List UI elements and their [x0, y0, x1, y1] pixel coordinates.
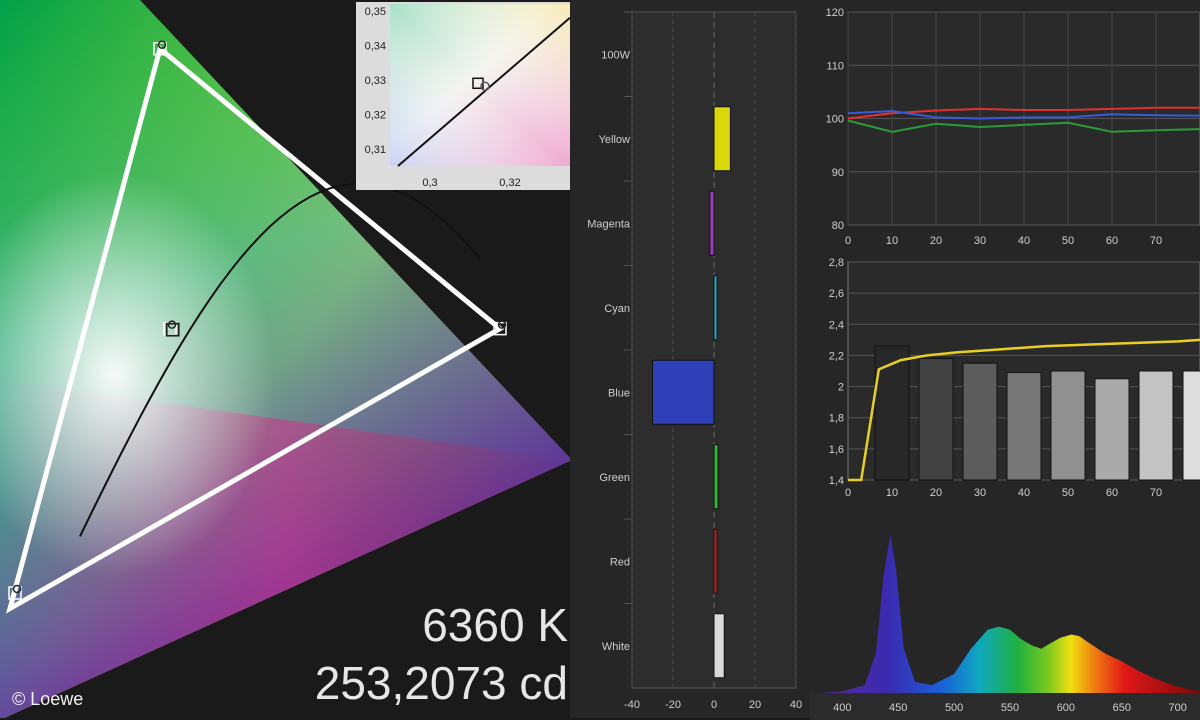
gamma-y-tick-label: 1,4 [829, 475, 844, 487]
deviation-x-tick-label: -20 [665, 699, 681, 711]
rgb-balance-chart: 120 110 100 90 80 0 10 20 30 40 50 60 70 [810, 0, 1200, 250]
rgb-y-tick-label: 80 [832, 220, 844, 232]
gamma-x-tick-label: 70 [1150, 487, 1162, 499]
gamma-bar [918, 358, 954, 481]
gamma-bar [1182, 370, 1200, 481]
gamma-y-tick-label: 1,8 [829, 413, 844, 425]
gamma-y-tick-label: 1,6 [829, 444, 844, 456]
spectrum-x-tick-label: 650 [1113, 702, 1131, 714]
spectrum-x-tick-label: 400 [833, 702, 851, 714]
spectrum-chart: 400 450 500 550 600 650 700 [810, 505, 1200, 720]
luminance-readout: 253,2073 cd [314, 657, 568, 709]
gamma-bar [874, 345, 910, 481]
white-point-zoom-svg: 0,35 0,34 0,33 0,32 0,31 0,3 0,32 [365, 4, 571, 189]
gamma-bar [962, 362, 998, 481]
gamma-y-tick-label: 2 [838, 382, 844, 394]
deviation-x-tick-label: -40 [624, 699, 640, 711]
gamma-bar [1006, 372, 1042, 481]
gamma-x-tick-label: 30 [974, 487, 986, 499]
color-temperature-readout: 6360 K [422, 599, 568, 651]
rgb-x-tick-label: 60 [1106, 235, 1118, 247]
image-credit: © Loewe [12, 689, 84, 709]
deviation-category-label: 100W [601, 49, 630, 61]
gamma-bar [1138, 370, 1174, 481]
zoom-y-tick-label: 0,34 [365, 40, 386, 52]
gamma-x-tick-label: 40 [1018, 487, 1030, 499]
gamma-y-tick-label: 2,2 [829, 350, 844, 362]
deviation-category-label: Red [610, 556, 630, 568]
spectrum-x-tick-label: 450 [889, 702, 907, 714]
gamma-chart: 2,8 2,6 2,4 2,2 2 1,8 1,6 1,4 0 10 20 30 40 50 60 70 [810, 250, 1200, 505]
deviation-category-label: Cyan [604, 303, 630, 315]
spectrum-x-tick-label: 700 [1168, 702, 1186, 714]
rgb-x-tick-label: 40 [1018, 235, 1030, 247]
deviation-category-label: Green [599, 472, 630, 484]
rgb-x-tick-label: 0 [845, 235, 851, 247]
gamma-x-tick-label: 50 [1062, 487, 1074, 499]
gamma-x-tick-label: 60 [1106, 487, 1118, 499]
rgb-x-tick-label: 20 [930, 235, 942, 247]
deviation-bar-yellow [713, 106, 731, 172]
color-deviation-chart: -40 -20 0 20 40 100W Yellow Magenta Cyan Blue Gree… [570, 0, 810, 718]
deviation-bar-cyan [713, 275, 718, 341]
spectrum-area [820, 535, 1200, 693]
deviation-category-label: Yellow [599, 134, 630, 146]
spectrum-svg: 400 450 500 550 600 650 700 [810, 535, 1200, 720]
gamma-bar [1094, 378, 1130, 481]
deviation-category-label: Blue [608, 387, 630, 399]
rgb-x-tick-label: 30 [974, 235, 986, 247]
gamma-x-tick-label: 20 [930, 487, 942, 499]
zoom-plot-tint [390, 4, 570, 166]
spectrum-x-tick-label: 600 [1057, 702, 1075, 714]
rgb-x-tick-label: 50 [1062, 235, 1074, 247]
deviation-bar-red [713, 528, 718, 594]
white-point-zoom-chart: 0,35 0,34 0,33 0,32 0,31 0,3 0,32 [356, 2, 572, 190]
deviation-category-label: White [602, 641, 630, 653]
rgb-y-tick-label: 90 [832, 167, 844, 179]
spectrum-x-tick-label: 550 [1001, 702, 1019, 714]
deviation-bar-blue [652, 359, 715, 425]
zoom-y-tick-label: 0,32 [365, 109, 386, 121]
gamma-y-tick-label: 2,4 [829, 319, 844, 331]
deviation-x-tick-label: 40 [790, 699, 802, 711]
rgb-x-tick-label: 70 [1150, 235, 1162, 247]
spectrum-x-tick-label: 500 [945, 702, 963, 714]
gamma-x-tick-label: 0 [845, 487, 851, 499]
zoom-x-tick-label: 0,32 [499, 177, 520, 189]
deviation-category-label: Magenta [587, 218, 631, 230]
gamma-x-tick-label: 10 [886, 487, 898, 499]
color-deviation-svg: -40 -20 0 20 40 100W Yellow Magenta Cyan Blue Gree… [587, 11, 802, 711]
gamma-bar [1050, 370, 1086, 481]
rgb-balance-svg: 120 110 100 90 800 10 20 30 40 50 60 70 [826, 7, 1200, 247]
zoom-y-tick-label: 0,31 [365, 144, 386, 156]
deviation-x-tick-label: 20 [749, 699, 761, 711]
rgb-y-tick-label: 120 [826, 7, 844, 19]
rgb-x-tick-label: 10 [886, 235, 898, 247]
rgb-y-tick-label: 110 [826, 60, 844, 72]
rgb-y-tick-label: 100 [826, 114, 844, 126]
deviation-x-tick-label: 0 [711, 699, 717, 711]
gamma-y-tick-label: 2,6 [829, 288, 844, 300]
zoom-y-tick-label: 0,35 [365, 6, 386, 18]
deviation-bar-white [713, 613, 725, 679]
gamma-svg: 2,8 2,6 2,4 2,2 2 1,8 1,6 1,40 10 20 30 40 50 60 70 [829, 257, 1200, 499]
deviation-bar-green [713, 444, 719, 510]
zoom-y-tick-label: 0,33 [365, 75, 386, 87]
zoom-x-tick-label: 0,3 [422, 177, 437, 189]
deviation-bar-magenta [709, 190, 715, 256]
gamma-y-tick-label: 2,8 [829, 257, 844, 269]
